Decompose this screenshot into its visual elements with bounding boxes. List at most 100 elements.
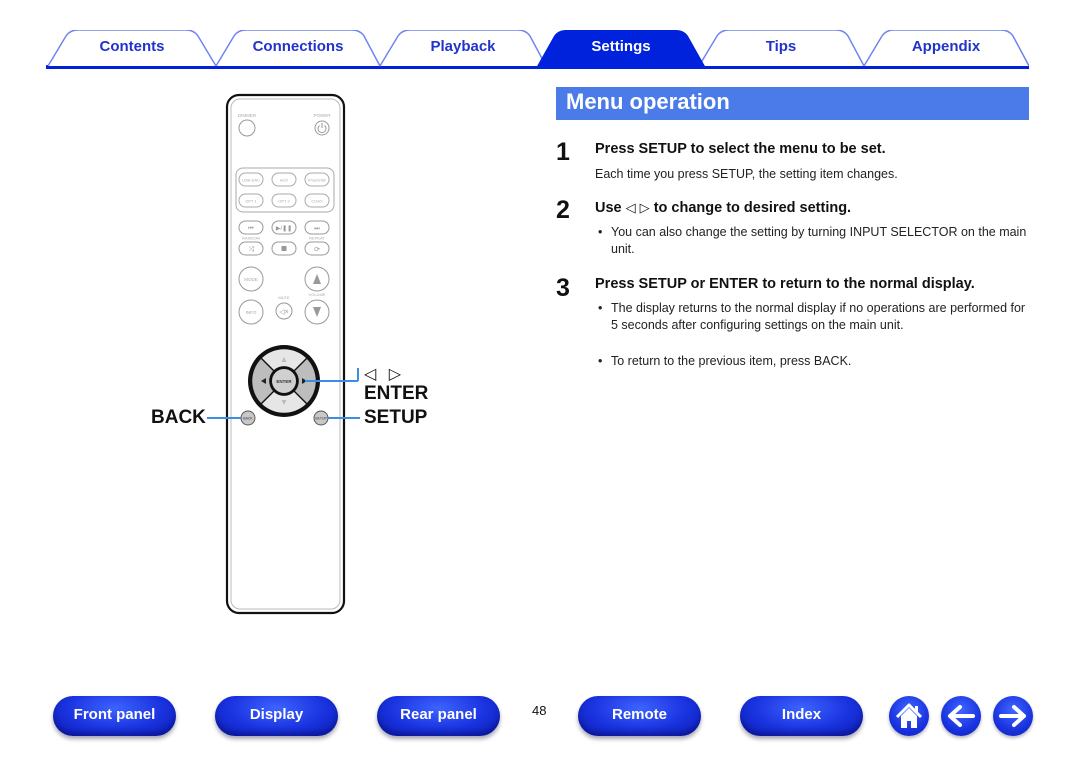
power-icon — [317, 123, 327, 134]
prev-track-button — [238, 220, 264, 235]
repeat-icon: ⟳ — [314, 247, 320, 254]
nav-left-key — [252, 359, 273, 403]
volume-label: VOLUME — [309, 292, 326, 297]
input-buttons: USB-DAC AUX iPod/USB OPT 1 OPT 2 COAX — [238, 172, 330, 208]
repeat-button — [304, 241, 330, 256]
mode-button — [238, 266, 264, 292]
tab-connections[interactable]: Connections — [238, 38, 358, 55]
mode-label: MODE — [244, 277, 258, 282]
home-button[interactable] — [889, 696, 929, 736]
usb-dac-button — [238, 172, 264, 187]
shuffle-icon: ⤨ — [248, 246, 254, 253]
info-button — [238, 299, 264, 325]
step-3-bullet: To return to the previous item, press BA… — [598, 353, 1028, 370]
nav-right-key — [295, 359, 316, 403]
step-1-heading: Press SETUP to select the menu to be set… — [595, 141, 886, 157]
nav-pad-ring — [248, 345, 320, 417]
display-button[interactable]: Display — [215, 696, 338, 736]
aux-button — [271, 172, 297, 187]
random-label: RANDOM — [242, 236, 260, 241]
callout-setup: SETUP — [364, 407, 428, 428]
remote-button[interactable]: Remote — [578, 696, 701, 736]
front-panel-button[interactable]: Front panel — [53, 696, 176, 736]
power-label: POWER — [313, 113, 331, 118]
play-pause-button — [271, 220, 297, 235]
volume-up-button — [304, 266, 330, 292]
step-2-number: 2 — [556, 196, 570, 224]
callout-back: BACK — [151, 407, 206, 428]
input-group-frame — [235, 167, 335, 213]
aux-label: AUX — [280, 178, 289, 183]
nav-down-key — [262, 392, 306, 413]
coax-button — [304, 193, 330, 208]
remote-body — [225, 93, 346, 615]
index-button[interactable]: Index — [740, 696, 863, 736]
callout-enter: ENTER — [364, 383, 429, 404]
back-page-button[interactable] — [941, 696, 981, 736]
nav-down-arrow-icon — [281, 400, 287, 405]
back-arrow-icon — [948, 705, 975, 727]
enter-button-label: ENTER — [276, 379, 292, 384]
step-2-heading-pre: Use — [595, 200, 622, 216]
stop-icon — [281, 246, 287, 251]
opt2-label: OPT 2 — [278, 199, 290, 204]
section-title: Menu operation — [556, 87, 1029, 120]
nav-up-key — [262, 349, 306, 370]
setup-button — [313, 410, 329, 426]
step-2-heading-post: to change to desired setting. — [653, 200, 852, 216]
coax-label: COAX — [311, 199, 323, 204]
mute-button — [275, 302, 293, 320]
left-triangle-icon: ◁ — [625, 200, 636, 215]
step-1-text: Each time you press SETUP, the setting i… — [595, 167, 898, 181]
repeat-label: REPEAT — [309, 236, 325, 241]
step-3-heading: Press SETUP or ENTER to return to the no… — [595, 276, 975, 292]
tab-appendix[interactable]: Appendix — [886, 38, 1006, 55]
tab-bar: Contents Connections Playback Settings T… — [46, 30, 1029, 70]
step-3-number: 3 — [556, 274, 570, 302]
remote-inner-edge — [230, 98, 341, 610]
tab-shapes — [46, 30, 1029, 69]
ipod-usb-label: iPod/USB — [308, 178, 326, 183]
info-label: INFO — [246, 310, 257, 315]
right-triangle-icon: ▷ — [639, 200, 650, 215]
mute-label: MUTE — [278, 295, 290, 300]
opt1-label: OPT 1 — [245, 199, 257, 204]
back-button — [240, 410, 256, 426]
tab-playback[interactable]: Playback — [403, 38, 523, 55]
opt1-button — [238, 193, 264, 208]
forward-arrow-icon — [999, 705, 1026, 727]
random-button — [238, 241, 264, 256]
opt2-button — [271, 193, 297, 208]
volume-down-icon — [313, 307, 321, 317]
home-icon — [895, 703, 923, 728]
volume-down-button — [304, 299, 330, 325]
dimmer-label: DIMMER — [238, 113, 257, 118]
dimmer-button — [238, 119, 256, 137]
rear-panel-button[interactable]: Rear panel — [377, 696, 500, 736]
step-3-bullet: The display returns to the normal displa… — [598, 300, 1028, 334]
usb-dac-label: USB-DAC — [242, 178, 260, 183]
mute-icon: ◁× — [279, 309, 288, 316]
page-number: 48 — [532, 703, 547, 718]
next-track-button — [304, 220, 330, 235]
nav-pad-keys — [252, 349, 316, 413]
transport-buttons: ⏮ ▶/❚❚ ⏭ RANDOM REPEAT ⤨ ⟳ — [238, 220, 330, 256]
tab-tips[interactable]: Tips — [721, 38, 841, 55]
power-button — [314, 120, 330, 136]
callout-arrows-label: ◁ ▷ — [364, 366, 406, 383]
volume-up-icon — [313, 274, 321, 284]
enter-button — [270, 367, 298, 395]
tab-contents[interactable]: Contents — [72, 38, 192, 55]
step-1-number: 1 — [556, 138, 570, 166]
nav-right-arrow-icon — [302, 378, 307, 384]
nav-left-arrow-icon — [261, 378, 266, 384]
forward-page-button[interactable] — [993, 696, 1033, 736]
step-2-bullet: You can also change the setting by turni… — [598, 224, 1028, 258]
next-track-icon: ⏭ — [314, 226, 320, 232]
stop-button — [271, 241, 297, 256]
tab-settings[interactable]: Settings — [561, 38, 681, 55]
ipod-usb-button — [304, 172, 330, 187]
play-pause-icon: ▶/❚❚ — [276, 225, 292, 232]
step-2-heading: Use ◁ ▷ to change to desired setting. — [595, 200, 851, 216]
back-button-label: BACK — [243, 417, 253, 421]
